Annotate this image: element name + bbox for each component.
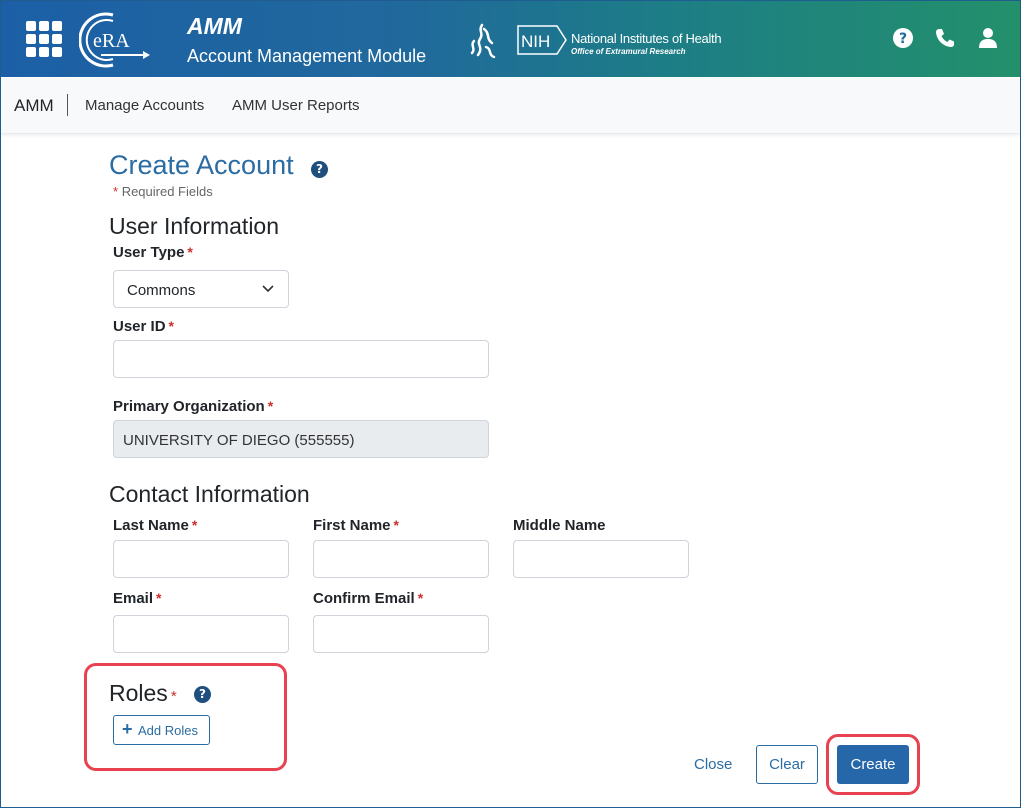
- first-name-label: First Name *: [313, 517, 399, 534]
- page-help-icon[interactable]: ?: [311, 161, 328, 178]
- user-icon[interactable]: [977, 27, 999, 49]
- hhs-eagle-logo: [470, 23, 496, 59]
- nav-amm-user-reports[interactable]: AMM User Reports: [232, 97, 360, 114]
- confirm-email-input[interactable]: [313, 615, 489, 653]
- email-input[interactable]: [113, 615, 289, 653]
- roles-heading: Roles *: [109, 680, 177, 706]
- app-header: eRA AMM Account Management Module NIH Na…: [1, 1, 1020, 77]
- primary-org-value: UNIVERSITY OF DIEGO (555555): [123, 432, 355, 449]
- user-id-input[interactable]: [113, 340, 489, 378]
- nih-name: National Institutes of Health: [571, 31, 722, 46]
- create-button[interactable]: Create: [837, 745, 909, 784]
- clear-button[interactable]: Clear: [756, 745, 818, 784]
- svg-text:eRA: eRA: [93, 30, 130, 52]
- email-label: Email *: [113, 590, 162, 607]
- first-name-input[interactable]: [313, 540, 489, 578]
- user-id-label: User ID *: [113, 318, 174, 335]
- last-name-input[interactable]: [113, 540, 289, 578]
- era-logo: eRA: [79, 12, 150, 68]
- user-info-heading: User Information: [109, 213, 280, 239]
- svg-text:NIH: NIH: [521, 32, 550, 51]
- add-roles-button[interactable]: + Add Roles: [113, 715, 210, 745]
- nav-bar: AMM Manage Accounts AMM User Reports: [1, 78, 1020, 134]
- middle-name-input[interactable]: [513, 540, 689, 578]
- last-name-label: Last Name *: [113, 517, 198, 534]
- nav-divider: [67, 94, 68, 116]
- phone-icon[interactable]: [934, 27, 956, 49]
- app-full-name: Account Management Module: [187, 46, 427, 66]
- confirm-email-label: Confirm Email *: [313, 590, 424, 607]
- svg-text:?: ?: [899, 31, 907, 47]
- required-fields-note: * Required Fields: [113, 184, 213, 199]
- close-button[interactable]: Close: [694, 756, 732, 773]
- user-type-select[interactable]: Commons: [113, 270, 289, 308]
- nav-brand[interactable]: AMM: [14, 96, 54, 116]
- primary-org-input: UNIVERSITY OF DIEGO (555555): [113, 420, 489, 458]
- user-type-value: Commons: [127, 282, 196, 299]
- nih-office: Office of Extramural Research: [571, 47, 686, 56]
- contact-info-heading: Contact Information: [109, 481, 310, 507]
- chevron-down-icon: [262, 285, 274, 293]
- app-short-name: AMM: [187, 13, 242, 39]
- middle-name-label: Middle Name: [513, 517, 606, 534]
- help-icon[interactable]: ?: [892, 27, 914, 49]
- roles-help-icon[interactable]: ?: [194, 686, 211, 703]
- plus-icon: +: [122, 719, 133, 739]
- primary-org-label: Primary Organization *: [113, 398, 274, 415]
- user-type-label: User Type *: [113, 244, 193, 261]
- apps-grid-icon[interactable]: [26, 21, 62, 57]
- nav-manage-accounts[interactable]: Manage Accounts: [85, 97, 204, 114]
- nih-logo: NIH: [517, 25, 567, 55]
- page-title: Create Account: [109, 150, 294, 180]
